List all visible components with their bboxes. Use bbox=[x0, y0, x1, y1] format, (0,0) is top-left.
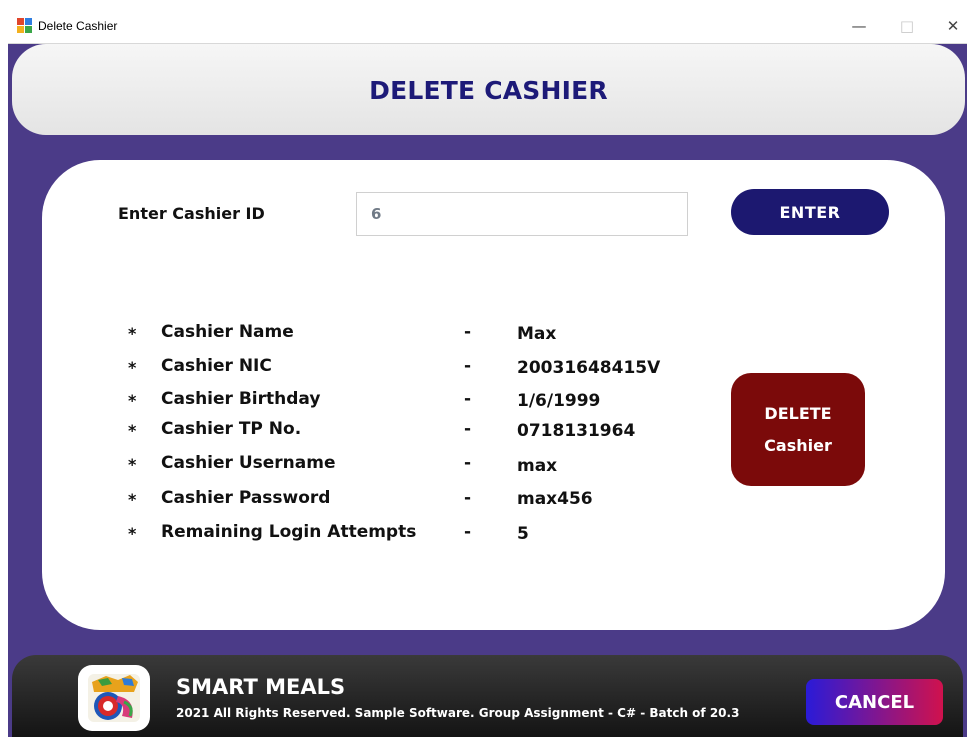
maximize-button[interactable]: □ bbox=[884, 8, 930, 44]
detail-value: Max bbox=[517, 324, 557, 344]
detail-separator: - bbox=[464, 522, 472, 542]
detail-row-tp-no: * Cashier TP No. - 0718131964 bbox=[42, 419, 742, 445]
detail-value: 5 bbox=[517, 524, 529, 544]
detail-separator: - bbox=[464, 322, 472, 342]
detail-label: Cashier Birthday bbox=[161, 389, 321, 409]
detail-value: max bbox=[517, 456, 558, 476]
detail-row-birthday: * Cashier Birthday - 1/6/1999 bbox=[42, 389, 742, 415]
bullet-icon: * bbox=[128, 524, 137, 543]
bullet-icon: * bbox=[128, 391, 137, 410]
detail-separator: - bbox=[464, 419, 472, 439]
detail-separator: - bbox=[464, 453, 472, 473]
close-button[interactable]: ✕ bbox=[930, 8, 967, 44]
bullet-icon: * bbox=[128, 358, 137, 377]
delete-cashier-button[interactable]: DELETE Cashier bbox=[731, 373, 865, 486]
detail-row-username: * Cashier Username - max bbox=[42, 453, 742, 479]
detail-value: 20031648415V bbox=[517, 358, 661, 378]
cashier-id-input[interactable] bbox=[356, 192, 688, 236]
detail-row-password: * Cashier Password - max456 bbox=[42, 488, 742, 514]
bullet-icon: * bbox=[128, 421, 137, 440]
detail-label: Cashier Username bbox=[161, 453, 336, 473]
bullet-icon: * bbox=[128, 324, 137, 343]
title-bar: Delete Cashier — □ ✕ bbox=[8, 8, 967, 44]
detail-label: Cashier Name bbox=[161, 322, 294, 342]
detail-label: Cashier TP No. bbox=[161, 419, 302, 439]
cashier-details-card: Enter Cashier ID ENTER * Cashier Name - … bbox=[42, 160, 945, 630]
page-title: DELETE CASHIER bbox=[369, 76, 608, 105]
detail-row-login-attempts: * Remaining Login Attempts - 5 bbox=[42, 522, 742, 548]
detail-label: Cashier Password bbox=[161, 488, 331, 508]
detail-separator: - bbox=[464, 356, 472, 376]
delete-cashier-window: Delete Cashier — □ ✕ DELETE CASHIER Ente… bbox=[8, 8, 967, 737]
detail-separator: - bbox=[464, 389, 472, 409]
detail-value: max456 bbox=[517, 489, 593, 509]
header-banner: DELETE CASHIER bbox=[12, 44, 965, 135]
cancel-button[interactable]: CANCEL bbox=[806, 679, 943, 725]
app-icon bbox=[17, 18, 32, 33]
bullet-icon: * bbox=[128, 490, 137, 509]
detail-label: Remaining Login Attempts bbox=[161, 522, 417, 542]
bullet-icon: * bbox=[128, 455, 137, 474]
footer-bar: SMART MEALS 2021 All Rights Reserved. Sa… bbox=[12, 655, 963, 737]
minimize-button[interactable]: — bbox=[836, 8, 882, 44]
smart-meals-logo-icon bbox=[78, 665, 150, 731]
brand-name: SMART MEALS bbox=[176, 675, 346, 699]
window-title: Delete Cashier bbox=[38, 19, 118, 33]
detail-separator: - bbox=[464, 488, 472, 508]
delete-button-line1: DELETE bbox=[764, 403, 832, 423]
detail-row-nic: * Cashier NIC - 20031648415V bbox=[42, 356, 742, 382]
detail-label: Cashier NIC bbox=[161, 356, 272, 376]
detail-row-name: * Cashier Name - Max bbox=[42, 322, 742, 348]
copyright-text: 2021 All Rights Reserved. Sample Softwar… bbox=[176, 706, 740, 720]
cashier-id-label: Enter Cashier ID bbox=[118, 204, 265, 223]
delete-button-line2: Cashier bbox=[764, 435, 832, 455]
enter-button[interactable]: ENTER bbox=[731, 189, 889, 235]
detail-value: 1/6/1999 bbox=[517, 391, 601, 411]
logo-graphic-icon bbox=[88, 674, 140, 722]
detail-value: 0718131964 bbox=[517, 421, 636, 441]
